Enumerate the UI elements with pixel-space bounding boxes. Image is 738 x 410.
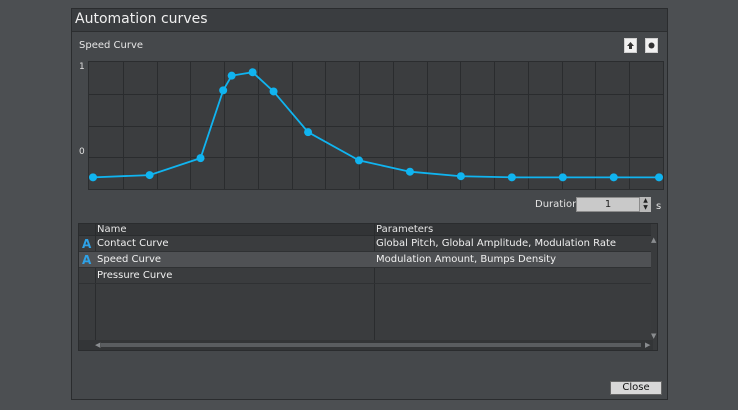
curves-table: Name Parameters A Contact Curve Global P… bbox=[78, 223, 658, 351]
table-row[interactable]: Pressure Curve bbox=[79, 268, 653, 284]
curve-point[interactable] bbox=[405, 167, 414, 176]
curve-point[interactable] bbox=[248, 68, 257, 77]
curve-graph[interactable] bbox=[88, 61, 664, 190]
automation-badge-icon: A bbox=[82, 237, 92, 251]
table-row[interactable]: A Contact Curve Global Pitch, Global Amp… bbox=[79, 236, 653, 252]
close-button[interactable]: Close bbox=[610, 381, 662, 395]
curve-point[interactable] bbox=[355, 156, 364, 165]
curve-point[interactable] bbox=[196, 154, 205, 163]
scroll-right-icon[interactable]: ▶ bbox=[645, 341, 650, 349]
curve-point[interactable] bbox=[456, 172, 465, 181]
row-name: Pressure Curve bbox=[97, 270, 173, 281]
automation-badge-icon: A bbox=[82, 253, 92, 267]
header-parameters[interactable]: Parameters bbox=[376, 224, 433, 235]
curve-point[interactable] bbox=[655, 173, 663, 182]
record-icon[interactable] bbox=[645, 38, 658, 53]
curve-point[interactable] bbox=[227, 71, 236, 80]
header-name[interactable]: Name bbox=[97, 224, 127, 235]
curve-canvas[interactable] bbox=[89, 62, 663, 189]
row-parameters: Modulation Amount, Bumps Density bbox=[376, 254, 557, 265]
duration-value: 1 bbox=[604, 199, 612, 210]
dialog-titlebar: Automation curves bbox=[72, 9, 667, 32]
curve-point[interactable] bbox=[89, 173, 97, 182]
scroll-up-icon[interactable]: ▲ bbox=[651, 236, 656, 244]
horizontal-scrollbar[interactable]: ◀ ▶ bbox=[79, 340, 653, 350]
curve-line bbox=[92, 71, 659, 179]
curve-point[interactable] bbox=[145, 171, 154, 180]
dialog-title: Automation curves bbox=[75, 11, 208, 27]
table-header: Name Parameters bbox=[79, 224, 653, 236]
curve-point[interactable] bbox=[304, 128, 313, 137]
row-parameters: Global Pitch, Global Amplitude, Modulati… bbox=[376, 238, 617, 249]
curve-point[interactable] bbox=[558, 173, 567, 182]
y-tick-1: 1 bbox=[79, 62, 85, 72]
spin-up-icon[interactable]: ▲ bbox=[640, 197, 651, 204]
vertical-scrollbar[interactable]: ▲ ▼ bbox=[651, 224, 657, 350]
row-name: Speed Curve bbox=[97, 254, 162, 265]
row-name: Contact Curve bbox=[97, 238, 169, 249]
duration-spinner[interactable]: ▲ ▼ bbox=[639, 197, 651, 212]
curve-point[interactable] bbox=[507, 173, 516, 182]
spin-down-icon[interactable]: ▼ bbox=[640, 204, 651, 211]
upload-icon[interactable] bbox=[624, 38, 637, 53]
scroll-down-icon[interactable]: ▼ bbox=[651, 332, 656, 340]
scrollbar-thumb[interactable] bbox=[101, 343, 641, 347]
duration-unit: s bbox=[656, 201, 662, 212]
curve-label: Speed Curve bbox=[79, 40, 144, 51]
y-tick-0: 0 bbox=[79, 147, 85, 157]
curve-point[interactable] bbox=[269, 87, 278, 96]
automation-curves-dialog: Automation curves Speed Curve 1 0 Durati… bbox=[71, 8, 668, 400]
scroll-left-icon[interactable]: ◀ bbox=[95, 341, 100, 349]
curve-point[interactable] bbox=[609, 173, 618, 182]
table-row[interactable]: A Speed Curve Modulation Amount, Bumps D… bbox=[79, 252, 653, 268]
duration-label: Duration bbox=[535, 199, 579, 210]
curve-point[interactable] bbox=[219, 86, 228, 95]
